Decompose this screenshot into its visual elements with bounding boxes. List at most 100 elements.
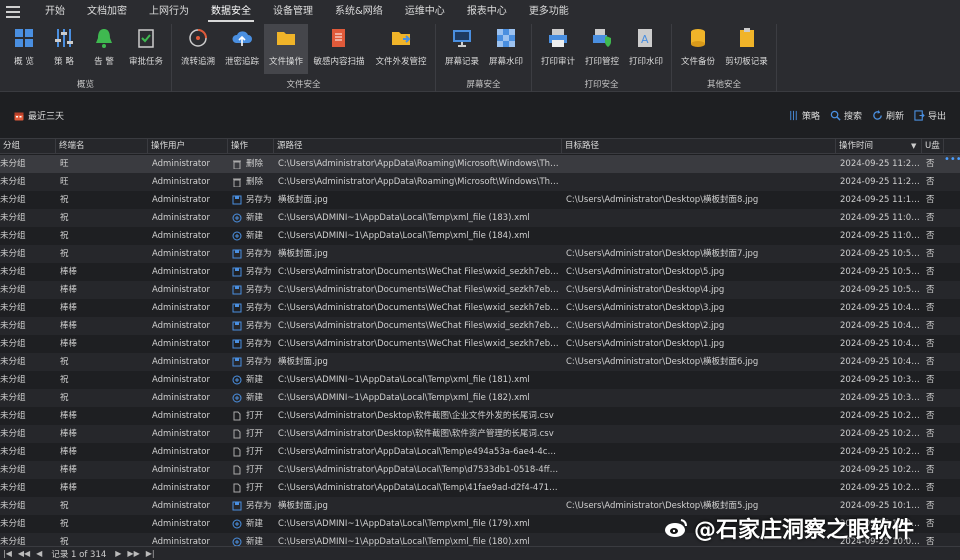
table-row[interactable]: 未分组 旺 Administrator 删除 C:\Users\Administrato… xyxy=(0,155,960,173)
app-menu-icon[interactable] xyxy=(6,6,20,18)
column-header-3[interactable]: 操作 xyxy=(228,139,274,154)
cell-1: 祝 xyxy=(60,195,69,205)
menu-item-4[interactable]: 设备管理 xyxy=(262,0,324,24)
toolbar-action-2[interactable]: 刷新 xyxy=(872,109,904,122)
cell-6: 2024-09-25 10:50:42 xyxy=(840,285,920,295)
table-row[interactable]: 未分组 棒棒 Administrator 打开 C:\Users\Administrat… xyxy=(0,407,960,425)
menu-item-7[interactable]: 报表中心 xyxy=(456,0,518,24)
table-row[interactable]: 未分组 祝 Administrator 另存为 横板封面.jpg C:\Users\Adm… xyxy=(0,191,960,209)
menu-item-1[interactable]: 文档加密 xyxy=(76,0,138,24)
ribbon-button-1-1[interactable]: 泄密追踪 xyxy=(220,24,264,74)
menu-item-3[interactable]: 数据安全 xyxy=(200,0,262,24)
table-row[interactable]: 未分组 祝 Administrator 新建 C:\Users\ADMINI~1\App… xyxy=(0,209,960,227)
cell-3: 另存为 xyxy=(232,245,272,263)
menu-item-5[interactable]: 系统&网络 xyxy=(324,0,394,24)
ribbon-button-3-0[interactable]: 打印审计 xyxy=(536,24,580,74)
cell-1: 祝 xyxy=(60,537,69,546)
cell-2: Administrator xyxy=(152,249,210,259)
cell-6: 2024-09-25 10:27:51 xyxy=(840,447,920,457)
menu-item-6[interactable]: 运维中心 xyxy=(394,0,456,24)
cell-4: C:\Users\ADMINI~1\AppData\Local\Temp\xml… xyxy=(278,393,530,403)
menu-item-8[interactable]: 更多功能 xyxy=(518,0,580,24)
cell-0: 未分组 xyxy=(0,501,26,511)
ribbon-button-0-2[interactable]: 告 警 xyxy=(84,24,124,74)
column-header-7[interactable]: U盘 xyxy=(922,139,944,154)
table-row[interactable]: 未分组 祝 Administrator 另存为 横板封面.jpg C:\Users\Adm… xyxy=(0,353,960,371)
toolbar-action-1[interactable]: 搜索 xyxy=(830,109,862,122)
next-icon[interactable]: ▶ xyxy=(115,549,121,558)
column-header-1[interactable]: 终端名 xyxy=(56,139,148,154)
open-file-icon xyxy=(233,447,241,456)
table-row[interactable]: 未分组 棒棒 Administrator 另存为 C:\Users\Administra… xyxy=(0,281,960,299)
table-row[interactable]: 未分组 棒棒 Administrator 打开 C:\Users\Administrat… xyxy=(0,461,960,479)
cell-0: 未分组 xyxy=(0,249,26,259)
table-row[interactable]: 未分组 棒棒 Administrator 另存为 C:\Users\Administra… xyxy=(0,299,960,317)
table-row[interactable]: 未分组 祝 Administrator 新建 C:\Users\ADMINI~1\App… xyxy=(0,371,960,389)
watermark: @石家庄洞察之眼软件 xyxy=(664,512,914,544)
table-row[interactable]: 未分组 祝 Administrator 新建 C:\Users\ADMINI~1\App… xyxy=(0,227,960,245)
ribbon-button-3-2[interactable]: A 打印水印 xyxy=(624,24,668,74)
watermark-text: @石家庄洞察之眼软件 xyxy=(694,518,915,543)
ribbon-button-label: 文件操作 xyxy=(268,57,303,67)
prev-page-icon[interactable]: ◀◀ xyxy=(18,549,30,558)
table-row[interactable]: 未分组 祝 Administrator 新建 C:\Users\ADMINI~1\App… xyxy=(0,389,960,407)
open-file-icon xyxy=(233,429,241,438)
first-page-icon[interactable]: |◀ xyxy=(3,549,12,558)
table-row[interactable]: 未分组 旺 Administrator 删除 C:\Users\Administrato… xyxy=(0,173,960,191)
column-header-2[interactable]: 操作用户 xyxy=(148,139,228,154)
ribbon-button-2-0[interactable]: 屏幕记录 xyxy=(440,24,484,74)
ribbon-button-2-1[interactable]: 屏幕水印 xyxy=(484,24,528,74)
operation-label: 打开 xyxy=(246,483,264,493)
ribbon-button-4-0[interactable]: 文件备份 xyxy=(676,24,720,74)
ribbon-button-4-1[interactable]: 剪切板记录 xyxy=(720,24,773,74)
toolbar-action-3[interactable]: 导出 xyxy=(914,109,946,122)
print-watermark-icon: A xyxy=(638,29,652,47)
toolbar-action-0[interactable]: 策略 xyxy=(788,109,820,122)
table-row[interactable]: 未分组 棒棒 Administrator 打开 C:\Users\Administrat… xyxy=(0,479,960,497)
cell-3: 打开 xyxy=(232,407,272,425)
ribbon-group-label: 其他安全 xyxy=(706,80,741,90)
table-row[interactable]: 未分组 棒棒 Administrator 打开 C:\Users\Administrat… xyxy=(0,425,960,443)
table-row[interactable]: 未分组 祝 Administrator 另存为 横板封面.jpg C:\Users\Adm… xyxy=(0,245,960,263)
clipboard-icon xyxy=(739,28,754,47)
table-row[interactable]: 未分组 棒棒 Administrator 另存为 C:\Users\Administra… xyxy=(0,317,960,335)
ribbon-button-0-3[interactable]: 审批任务 xyxy=(124,24,168,74)
table-row[interactable]: 未分组 棒棒 Administrator 打开 C:\Users\Administrat… xyxy=(0,443,960,461)
column-header-5[interactable]: 目标路径 xyxy=(562,139,836,154)
table-row[interactable]: 未分组 棒棒 Administrator 另存为 C:\Users\Administra… xyxy=(0,335,960,353)
ribbon-button-1-4[interactable]: 文件外发管控 xyxy=(370,24,432,74)
ribbon-button-1-2[interactable]: 文件操作 xyxy=(264,24,308,74)
cell-1: 棒棒 xyxy=(60,339,78,349)
more-options-icon[interactable]: ••• xyxy=(944,154,960,165)
cell-4: C:\Users\Administrator\AppData\Local\Tem… xyxy=(278,483,560,493)
cell-1: 旺 xyxy=(60,177,69,187)
menu-item-2[interactable]: 上网行为 xyxy=(138,0,200,24)
ribbon-group-0: 概 览 策 略 告 警 审批任务 概览 xyxy=(0,24,172,92)
column-header-4[interactable]: 源路径 xyxy=(274,139,562,154)
new-file-icon xyxy=(232,213,242,222)
last-page-icon[interactable]: ▶| xyxy=(146,549,155,558)
ribbon-button-3-1[interactable]: 打印管控 xyxy=(580,24,624,74)
cell-5: C:\Users\Administrator\Desktop\4.jpg xyxy=(566,285,725,295)
column-header-0[interactable]: 分组 xyxy=(0,139,56,154)
cell-2: Administrator xyxy=(152,285,210,295)
ribbon-button-0-0[interactable]: 概 览 xyxy=(4,24,44,74)
ribbon-button-1-3[interactable]: 敏感内容扫描 xyxy=(308,24,370,74)
cell-6: 2024-09-25 10:27:27 xyxy=(840,465,920,475)
trace-icon xyxy=(189,29,207,47)
table-row[interactable]: 未分组 棒棒 Administrator 另存为 C:\Users\Administra… xyxy=(0,263,960,281)
next-page-icon[interactable]: ▶▶ xyxy=(127,549,139,558)
cell-0: 未分组 xyxy=(0,177,26,187)
date-filter[interactable]: 最近三天 xyxy=(14,109,64,122)
column-header-6[interactable]: 操作时间 xyxy=(836,139,922,154)
save-as-icon xyxy=(232,285,242,294)
ribbon-button-0-1[interactable]: 策 略 xyxy=(44,24,84,74)
ribbon-button-label: 审批任务 xyxy=(128,57,163,67)
ribbon-button-1-0[interactable]: 流转追溯 xyxy=(176,24,220,74)
operation-label: 另存为 xyxy=(246,267,272,277)
menu-item-0[interactable]: 开始 xyxy=(34,0,76,24)
cell-6: 2024-09-25 10:52:15 xyxy=(840,267,920,277)
scan-doc-icon xyxy=(332,29,345,47)
prev-icon[interactable]: ◀ xyxy=(36,549,42,558)
cell-4: 横板封面.jpg xyxy=(278,195,328,205)
